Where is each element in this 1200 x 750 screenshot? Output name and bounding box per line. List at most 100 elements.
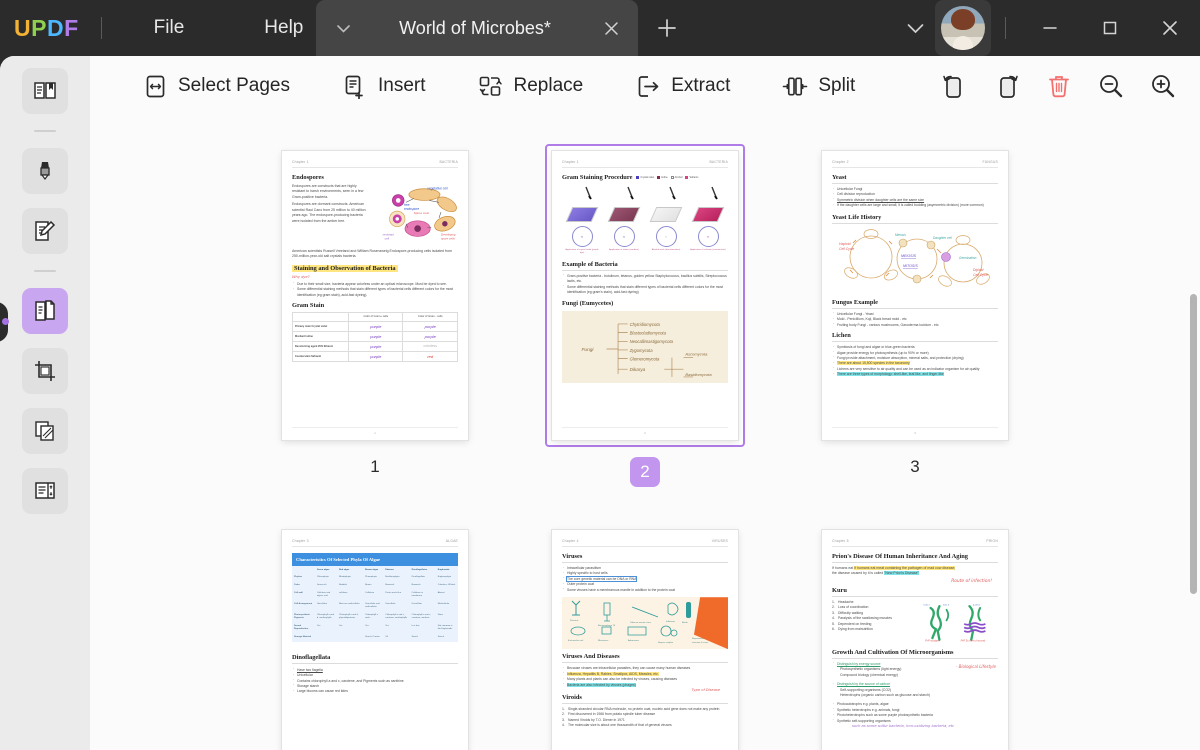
- rotate-right-button[interactable]: [988, 67, 1026, 105]
- page-heading: Viruses And Diseases: [562, 653, 728, 664]
- select-pages-button[interactable]: Select Pages: [132, 64, 300, 108]
- sidebar-item-reader[interactable]: [22, 68, 68, 114]
- sidebar-collapse-dot[interactable]: [2, 318, 9, 325]
- page-thumbnail-1[interactable]: Chapter 1 BACTERIA Endospores Endospores…: [240, 144, 510, 487]
- page-footer: 1: [292, 427, 458, 435]
- sidebar-divider: [34, 270, 56, 272]
- cell: Rhodophyta: [338, 576, 351, 579]
- cell: Cellulose and alginic acid: [316, 592, 331, 598]
- page-paragraph: Endospores are dormant constructs. Ameri…: [292, 202, 366, 223]
- svg-text:Zygomycota: Zygomycota: [629, 348, 654, 353]
- page-thumbnail-area[interactable]: Chapter 1 BACTERIA Endospores Endospores…: [90, 116, 1200, 750]
- page-heading: Yeast: [832, 174, 998, 184]
- row-label: Color: [294, 584, 300, 587]
- svg-text:Dikarya: Dikarya: [630, 368, 646, 373]
- svg-text:Chytridiomycota: Chytridiomycota: [630, 322, 661, 327]
- cell: Chlorophyta: [316, 576, 329, 579]
- cell-gram-pos: purple: [348, 341, 404, 353]
- row-label: Sexual Reproduction: [294, 625, 309, 631]
- page-footer: 3: [832, 427, 998, 435]
- avatar[interactable]: [935, 0, 991, 56]
- zoom-in-button[interactable]: [1144, 67, 1182, 105]
- user-avatar-image: [941, 6, 985, 50]
- svg-text:β-sheet: β-sheet: [973, 603, 980, 606]
- page-bullet: Some differential staining methods that …: [292, 287, 458, 298]
- page-number-label: 1: [370, 457, 380, 476]
- plus-icon[interactable]: [650, 11, 684, 45]
- prion-label: PrP Sc form (mouse): [961, 638, 986, 642]
- chevron-down-icon[interactable]: [895, 8, 935, 48]
- gram-stain-table: Color of Gram+ cells Color of Gram - cel…: [291, 312, 458, 363]
- chevron-down-icon[interactable]: [330, 15, 356, 41]
- thumb-frame[interactable]: Chapter 3 ALGAE Characteristics Of Selec…: [275, 523, 475, 750]
- menu-help[interactable]: Help: [246, 11, 321, 45]
- page-thumbnail-2[interactable]: Chapter 1 BACTERIA Gram Staining Procedu…: [510, 144, 780, 487]
- title-bar: UPDF File Help World of Microbes*: [0, 0, 1200, 56]
- svg-text:Meiosis: Meiosis: [895, 233, 906, 237]
- extract-button[interactable]: Extract: [625, 64, 740, 108]
- sidebar-item-form[interactable]: [22, 468, 68, 514]
- vertical-scrollbar[interactable]: [1190, 294, 1197, 594]
- staining-steps: ≈ Application of crystal violet (purple …: [564, 186, 726, 255]
- zoom-out-icon: [1100, 75, 1123, 98]
- page-chapter: Chapter 5: [832, 539, 849, 543]
- cell-gram-pos: purple: [348, 320, 404, 332]
- page-thumbnail-5[interactable]: Chapter 4 VIRUSES Viruses Intracellular …: [510, 523, 780, 750]
- page-topic: ALGAE: [445, 539, 458, 543]
- svg-text:Rhinovirus: Rhinovirus: [598, 639, 609, 642]
- yeast-life-cycle-diagram: Haploid Cell Cycle Meiosis Daughter cell…: [832, 227, 998, 295]
- sidebar-item-annotate[interactable]: [22, 148, 68, 194]
- page-thumbnail-6[interactable]: Chapter 5 PRION Prion's Disease Of Human…: [780, 523, 1050, 750]
- page-heading: Viruses: [562, 553, 728, 563]
- updf-application-window: UPDF File Help World of Microbes* Select…: [0, 0, 1200, 750]
- maximize-icon[interactable]: [1080, 0, 1140, 56]
- replace-button[interactable]: Replace: [468, 64, 594, 108]
- thumb-frame[interactable]: Chapter 1 BACTERIA Gram Staining Procedu…: [545, 144, 745, 447]
- thumb-frame[interactable]: Chapter 1 BACTERIA Endospores Endospores…: [275, 144, 475, 447]
- page-chapter: Chapter 2: [832, 160, 849, 164]
- legend-label: Crystal violet: [640, 176, 655, 179]
- cell: Chlorophyll a and d, phycobiliproteins: [338, 614, 359, 620]
- cell: Not common in the Euglenoids: [437, 625, 453, 631]
- thumb-frame[interactable]: Chapter 2 FUNGUS Yeast Unicellular Fungi…: [815, 144, 1015, 447]
- split-button[interactable]: Split: [772, 64, 865, 108]
- page-paragraph: American scientists Russell Vreeland and…: [292, 249, 452, 259]
- delete-page-button[interactable]: [1040, 67, 1078, 105]
- page-thumbnail-4[interactable]: Chapter 3 ALGAE Characteristics Of Selec…: [240, 523, 510, 750]
- sidebar-item-batch[interactable]: [22, 408, 68, 454]
- page-thumbnail-3[interactable]: Chapter 2 FUNGUS Yeast Unicellular Fungi…: [780, 144, 1050, 487]
- cell: Starch: [411, 636, 418, 639]
- close-icon[interactable]: [1140, 0, 1200, 56]
- page-bullet: 4. The molecular size is about one thousa…: [562, 723, 672, 728]
- row-label: Mordant Iodine: [291, 330, 350, 343]
- cell-gram-pos: purple: [348, 351, 404, 363]
- cell: None: [437, 614, 443, 617]
- sidebar-item-edit[interactable]: [22, 208, 68, 254]
- page-bullet: 6. Dying from malnutrition: [832, 627, 873, 632]
- cell: Multicellular: [437, 603, 450, 606]
- document-tab[interactable]: World of Microbes*: [316, 0, 638, 56]
- zoom-out-button[interactable]: [1092, 67, 1130, 105]
- svg-text:Neocallimastigomycota: Neocallimastigomycota: [630, 340, 674, 345]
- thumb-frame[interactable]: Chapter 5 PRION Prion's Disease Of Human…: [815, 523, 1015, 750]
- insert-button[interactable]: Insert: [332, 64, 436, 108]
- svg-text:vegetative cell: vegetative cell: [427, 187, 447, 191]
- sidebar-item-organize-pages[interactable]: [22, 288, 68, 334]
- cell: Chlorophyll a and c: [365, 614, 378, 620]
- page-paragraph: Endospores are constructs that are highl…: [292, 184, 364, 199]
- page-heading: Fungus Example: [832, 299, 998, 309]
- page-heading: Dinoflagellata: [292, 654, 458, 664]
- sidebar-item-crop[interactable]: [22, 348, 68, 394]
- svg-text:spore cells: spore cells: [441, 236, 455, 240]
- page-topic: FUNGUS: [982, 160, 998, 164]
- table-row: Mordant Iodine purple purple: [291, 330, 458, 343]
- close-icon[interactable]: [594, 11, 628, 45]
- page-chapter: Chapter 1: [292, 160, 309, 164]
- svg-text:Ebola: Ebola: [682, 622, 688, 624]
- menu-file[interactable]: File: [136, 11, 203, 45]
- rotate-left-button[interactable]: [936, 67, 974, 105]
- left-sidebar: [0, 56, 90, 750]
- minimize-icon[interactable]: [1020, 0, 1080, 56]
- thumb-frame[interactable]: Chapter 4 VIRUSES Viruses Intracellular …: [545, 523, 745, 750]
- growth-line: Compound biology (chemical energy): [840, 672, 898, 677]
